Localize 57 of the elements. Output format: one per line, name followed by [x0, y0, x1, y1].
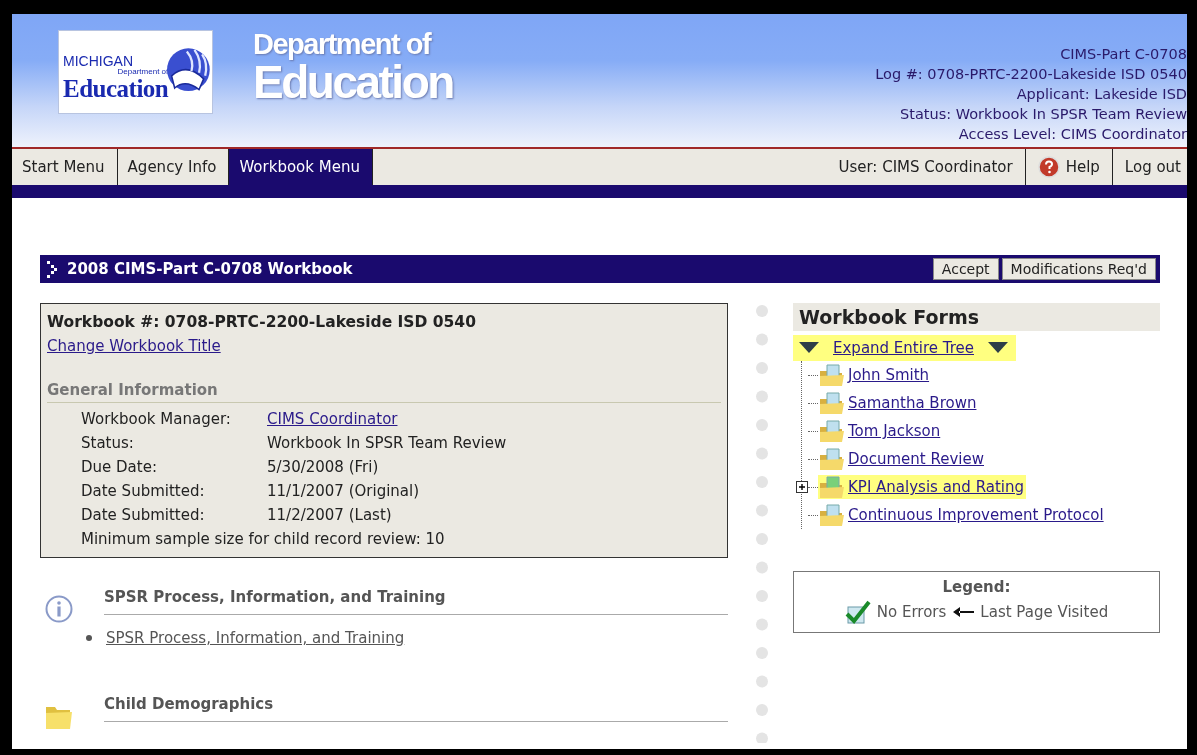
workbook-info-line: Status: Workbook In SPSR Team Review: [900, 105, 1187, 124]
tree-item[interactable]: Samantha Brown: [818, 391, 979, 415]
field-label: Date Submitted:: [81, 505, 206, 526]
workbook-title: 2008 CIMS-Part C-0708 Workbook: [67, 260, 353, 278]
info-icon: [44, 594, 74, 624]
left-arrow-icon: [952, 606, 975, 618]
tree-item[interactable]: Document Review: [818, 447, 986, 471]
department-title: Education: [253, 59, 453, 105]
logo-text: Education: [63, 75, 169, 101]
folder-icon: [818, 419, 846, 443]
legend-label: No Errors: [876, 603, 947, 621]
triangle-down-icon: [988, 342, 1008, 354]
forms-heading: Workbook Forms: [793, 303, 1160, 331]
field-label: Workbook Manager:: [81, 409, 232, 430]
field-value: Workbook In SPSR Team Review: [267, 433, 508, 454]
expand-tree-link[interactable]: Expand Entire Tree: [793, 335, 1016, 361]
field-value: 11/1/2007 (Original): [267, 481, 421, 502]
section-link[interactable]: SPSR Process, Information, and Training: [106, 629, 405, 647]
manager-link[interactable]: CIMS Coordinator: [267, 407, 721, 431]
field-value: 11/2/2007 (Last): [267, 505, 393, 526]
folder-icon: [818, 447, 846, 471]
field-value: 5/30/2008 (Fri): [267, 457, 380, 478]
department-title: Department of: [253, 30, 432, 59]
folder-icon: [818, 503, 846, 527]
bullet-icon: [86, 635, 92, 641]
legend-title: Legend:: [942, 578, 1011, 596]
user-label: User: CIMS Coordinator: [837, 158, 1014, 176]
workbook-info-line: Applicant: Lakeside ISD: [1016, 85, 1187, 104]
action-button[interactable]: Modifications Req'd: [1001, 258, 1156, 280]
field-label: Status:: [81, 433, 135, 454]
logo-text: MICHIGAN: [63, 53, 134, 68]
checkmark-icon: [844, 600, 871, 624]
folder-icon: [818, 475, 846, 499]
workbook-number: Workbook #: 0708-PRTC-2200-Lakeside ISD 0540: [47, 312, 477, 333]
sample-size-text: Minimum sample size for child record review: 10: [80, 529, 446, 550]
folder-icon: [818, 391, 846, 415]
tree-item[interactable]: Tom Jackson: [818, 419, 943, 443]
section-heading: Child Demographics: [104, 695, 728, 722]
legend-label: Last Page Visited: [980, 603, 1109, 621]
nav-tab[interactable]: Workbook Menu: [229, 149, 373, 185]
section-heading: SPSR Process, Information, and Training: [104, 588, 728, 615]
workbook-info-line: Log #: 0708-PRTC-2200-Lakeside ISD 0540: [875, 65, 1187, 84]
change-title-link[interactable]: Change Workbook Title: [47, 334, 721, 358]
tree-item[interactable]: Continuous Improvement Protocol: [818, 503, 1106, 527]
field-label: Due Date:: [81, 457, 158, 478]
workbook-info-line: CIMS-Part C-0708: [1060, 45, 1187, 64]
workbook-info-line: Access Level: CIMS Coordinator: [958, 125, 1187, 144]
tree-item[interactable]: KPI Analysis and Rating: [818, 475, 1026, 499]
field-label: Date Submitted:: [81, 481, 206, 502]
folder-icon: [818, 363, 846, 387]
section-heading: General Information: [47, 378, 721, 403]
action-button[interactable]: Accept: [932, 258, 999, 280]
help-icon: [1037, 156, 1060, 178]
logo-text: Department of: [117, 67, 169, 76]
triangle-down-icon: [799, 342, 819, 354]
tree-item[interactable]: John Smith: [818, 363, 932, 387]
expand-plus-icon[interactable]: [796, 481, 808, 493]
